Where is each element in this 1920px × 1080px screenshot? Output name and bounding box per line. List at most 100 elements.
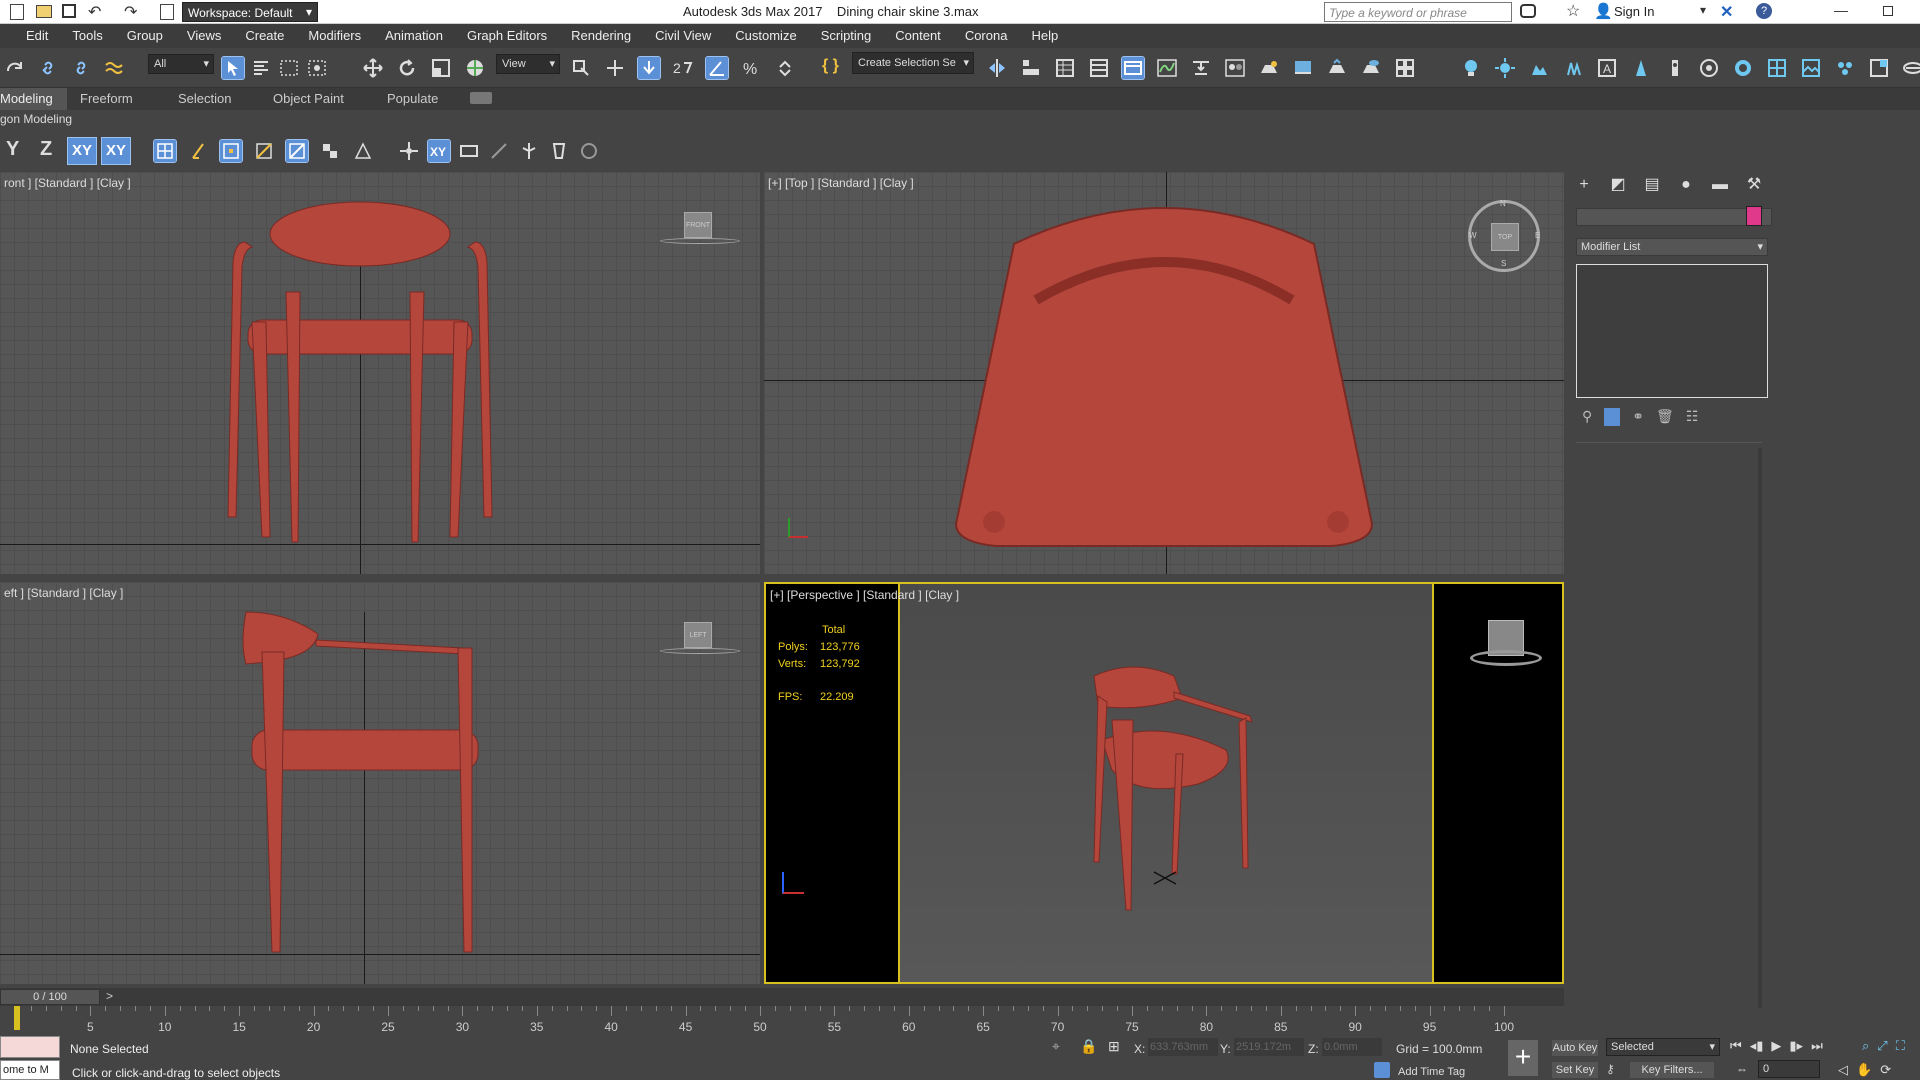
minimize-icon[interactable]: —	[1834, 2, 1848, 18]
auto-key-button[interactable]: Auto Key	[1552, 1040, 1598, 1056]
tab-selection[interactable]: Selection	[164, 88, 245, 110]
command-panel-scrollbar[interactable]	[1758, 448, 1762, 1008]
axis-xy-cycle-button[interactable]: XY	[101, 137, 131, 165]
snap-freeze-icon[interactable]	[458, 140, 480, 162]
pan-icon[interactable]: ✋	[1856, 1062, 1872, 1078]
menu-views[interactable]: Views	[175, 24, 233, 48]
absolute-mode-icon[interactable]: ⊞	[1108, 1038, 1120, 1055]
quick-access-new-icon[interactable]	[10, 4, 24, 20]
snap-perpendicular-icon[interactable]	[352, 140, 374, 162]
bind-spacewarp-icon[interactable]	[103, 57, 125, 79]
field-of-view-icon[interactable]: ◁	[1838, 1062, 1848, 1078]
go-to-start-icon[interactable]: ⏮	[1730, 1038, 1742, 1054]
search-input[interactable]: Type a keyword or phrase	[1324, 2, 1512, 22]
snap-midpoint-icon[interactable]	[285, 139, 309, 163]
menu-rendering[interactable]: Rendering	[559, 24, 643, 48]
snap-axis-constraint-icon[interactable]: XY	[427, 139, 451, 163]
configure-modifier-sets-icon[interactable]: ☷	[1686, 408, 1699, 426]
ribbon-options-icon[interactable]	[470, 92, 492, 104]
snap-bounding-box-icon[interactable]	[488, 140, 510, 162]
binoculars-icon[interactable]	[1520, 4, 1536, 18]
zoom-extents-icon[interactable]: ⛶	[1896, 1038, 1905, 1054]
axis-xy-button[interactable]: XY	[67, 137, 97, 165]
reference-coord-dropdown[interactable]: View ▾	[496, 54, 560, 74]
tab-populate[interactable]: Populate	[373, 88, 452, 110]
text-map-icon[interactable]: A	[1596, 57, 1618, 79]
pivot-center-icon[interactable]	[570, 57, 592, 79]
menu-corona[interactable]: Corona	[953, 24, 1020, 48]
axis-y-button[interactable]: Y	[6, 138, 19, 161]
render-setup-icon[interactable]	[1258, 57, 1280, 79]
modify-tab-icon[interactable]: ◩	[1604, 172, 1632, 198]
chair-top-view[interactable]	[764, 172, 1564, 574]
menu-modifiers[interactable]: Modifiers	[296, 24, 373, 48]
move-icon[interactable]	[362, 57, 384, 79]
select-by-name-icon[interactable]	[250, 57, 272, 79]
go-to-end-icon[interactable]: ⏭	[1811, 1038, 1823, 1054]
snap-vertex-icon[interactable]	[219, 139, 243, 163]
coord-y-field[interactable]: 2519.172m	[1234, 1038, 1304, 1056]
rotate-icon[interactable]	[396, 57, 418, 79]
star-icon[interactable]: ☆	[1566, 1, 1580, 21]
display-tab-icon[interactable]: ▬	[1706, 172, 1734, 198]
scale-icon[interactable]	[430, 57, 452, 79]
menu-scripting[interactable]: Scripting	[809, 24, 884, 48]
material-library-icon[interactable]	[1834, 57, 1856, 79]
chair-left-view[interactable]	[0, 582, 760, 984]
help-icon[interactable]: ?	[1756, 3, 1772, 19]
window-crossing-icon[interactable]	[306, 57, 328, 79]
make-unique-icon[interactable]: ⚭	[1632, 408, 1644, 426]
zoom-icon[interactable]: ⌕	[1862, 1038, 1869, 1054]
time-slider[interactable]: 0 / 100	[0, 989, 100, 1005]
select-manipulate-icon[interactable]	[604, 57, 626, 79]
pin-stack-icon[interactable]: ⚲	[1582, 408, 1592, 426]
menu-edit[interactable]: Edit	[14, 24, 60, 48]
menu-animation[interactable]: Animation	[373, 24, 455, 48]
time-tag-icon[interactable]	[1374, 1062, 1390, 1078]
angle-snap-icon[interactable]	[705, 56, 729, 80]
menu-customize[interactable]: Customize	[723, 24, 808, 48]
viewport-perspective[interactable]: [+] [Perspective ] [Standard ] [Clay ] T…	[764, 582, 1564, 984]
snap-cylinder-icon[interactable]	[578, 140, 600, 162]
interactive-render-icon[interactable]	[1698, 57, 1720, 79]
rendered-frame-window-icon[interactable]	[1292, 57, 1314, 79]
scatter-icon[interactable]	[1562, 57, 1584, 79]
named-selection-dropdown[interactable]: Create Selection Se ▾	[852, 52, 974, 74]
viewport-layout-icon[interactable]	[1868, 57, 1890, 79]
show-end-result-icon[interactable]	[1604, 408, 1621, 426]
percent-snap-icon[interactable]: %	[740, 57, 762, 79]
key-mode-dropdown[interactable]: Selected ▾	[1606, 1038, 1720, 1056]
proxy-icon[interactable]	[1528, 57, 1550, 79]
material-editor-icon[interactable]	[1224, 57, 1246, 79]
menu-graph-editors[interactable]: Graph Editors	[455, 24, 559, 48]
workspace-dropdown[interactable]: Workspace: Default ▾	[182, 2, 318, 22]
utilities-tab-icon[interactable]: ⚒	[1740, 172, 1768, 198]
redo-arrow-icon[interactable]	[4, 57, 26, 79]
snaps-toggle-icon[interactable]: 2	[672, 57, 694, 79]
chair-perspective-view[interactable]	[766, 584, 1562, 982]
create-tab-icon[interactable]: +	[1570, 172, 1598, 198]
image-editor-icon[interactable]	[1800, 57, 1822, 79]
snap-pivot-icon[interactable]	[187, 140, 209, 162]
mirror-icon[interactable]	[986, 57, 1008, 79]
keyboard-shortcut-override-icon[interactable]	[637, 56, 661, 80]
curve-editor-icon[interactable]	[1156, 57, 1178, 79]
snap-endpoint-icon[interactable]	[253, 140, 275, 162]
object-color-swatch[interactable]	[1746, 206, 1762, 226]
sign-in-button[interactable]: Sign In	[1614, 4, 1654, 19]
trackbar-playhead[interactable]	[14, 1006, 20, 1030]
selection-filter-dropdown[interactable]: All ▾	[148, 54, 214, 74]
play-icon[interactable]: ▶	[1771, 1038, 1781, 1054]
time-slider-next-icon[interactable]: >	[106, 989, 113, 1003]
render-in-cloud-icon[interactable]	[1360, 57, 1382, 79]
isolate-selection-icon[interactable]: ⌖	[1052, 1038, 1060, 1055]
trackbar[interactable]: 5 10 15 20 25 30 35 40 45 50 55 60 65 70 75 80 85 90 95 100	[0, 1006, 1564, 1036]
set-key-button[interactable]: Set Key	[1552, 1062, 1598, 1078]
converter-icon[interactable]	[1766, 57, 1788, 79]
project-folder-icon[interactable]	[160, 4, 174, 20]
a360-gallery-icon[interactable]	[1394, 57, 1416, 79]
restore-icon[interactable]	[1883, 6, 1893, 16]
quick-access-save-icon[interactable]	[62, 4, 76, 18]
framebuffer-icon[interactable]	[1732, 57, 1754, 79]
tab-modeling[interactable]: Modeling	[0, 88, 67, 110]
